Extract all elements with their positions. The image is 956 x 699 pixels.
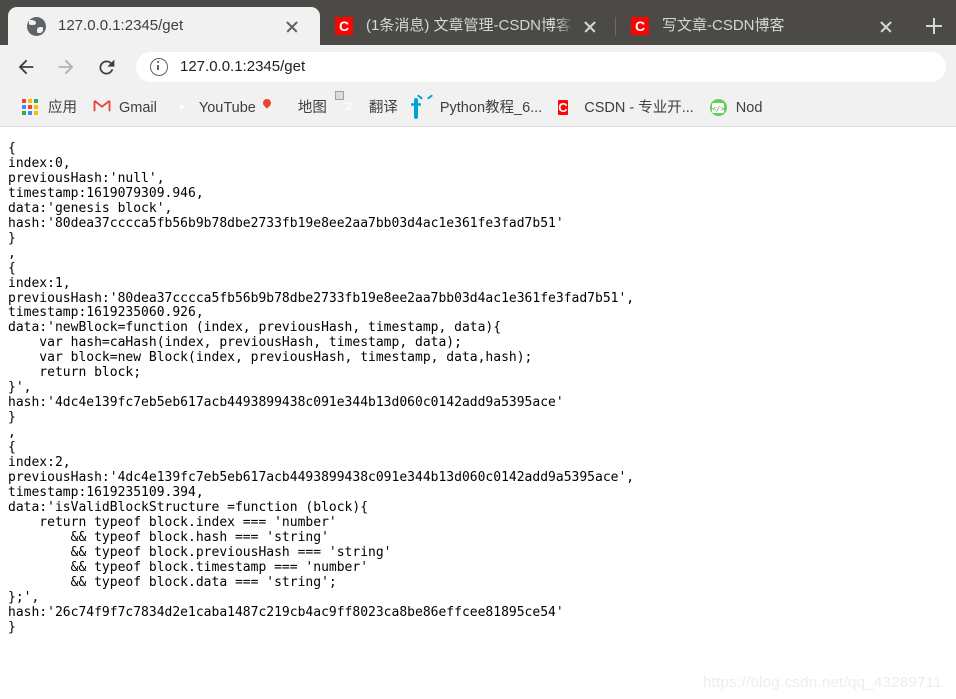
bookmark-label: Nod [735, 99, 763, 116]
csdn-icon: C [558, 100, 568, 115]
reload-icon [98, 59, 114, 74]
browser-toolbar: 127.0.0.1:2345/get [0, 45, 956, 89]
back-button[interactable] [10, 51, 42, 83]
arrow-right-icon [58, 59, 74, 75]
gmail-icon [93, 99, 111, 116]
bookmark-label: YouTube [198, 99, 256, 116]
bookmark-apps[interactable]: 应用 [14, 95, 85, 121]
youtube-icon [173, 101, 190, 115]
csdn-icon: C [334, 16, 354, 36]
bookmark-label: 应用 [48, 99, 77, 116]
close-icon[interactable] [874, 14, 898, 38]
bookmark-label: 翻译 [368, 99, 398, 116]
bookmark-label: CSDN - 专业开... [584, 99, 694, 116]
nodejs-icon: </> [709, 99, 727, 116]
bookmark-python-tutorial[interactable]: Python教程_6... [406, 95, 550, 121]
bookmark-label: Python教程_6... [439, 99, 543, 116]
bookmark-gmail[interactable]: Gmail [85, 95, 165, 121]
info-circle-icon[interactable] [150, 58, 168, 76]
tab-localhost-get[interactable]: 127.0.0.1:2345/get [8, 7, 320, 45]
bookmark-youtube[interactable]: YouTube [165, 95, 264, 121]
bookmark-translate[interactable]: 翻译 [335, 95, 406, 121]
google-maps-icon [272, 99, 289, 116]
tab-csdn-article-manage[interactable]: C (1条消息) 文章管理-CSDN博客 [320, 7, 616, 45]
address-bar[interactable]: 127.0.0.1:2345/get [136, 52, 946, 82]
tab-strip: 127.0.0.1:2345/get C (1条消息) 文章管理-CSDN博客 … [0, 0, 956, 45]
tab-csdn-write-article[interactable]: C 写文章-CSDN博客 [616, 7, 912, 45]
apps-grid-icon [22, 99, 39, 116]
blockchain-json-dump: { index:0, previousHash:'null', timestam… [8, 141, 635, 635]
bookmark-label: Gmail [119, 99, 157, 116]
arrow-left-icon [18, 59, 34, 75]
watermark: https://blog.csdn.net/qq_43289711 [703, 674, 942, 691]
tab-title: 127.0.0.1:2345/get [58, 17, 184, 34]
bookmarks-bar: 应用 Gmail YouTube 地图 翻译 Python教程_6... C C… [0, 89, 956, 127]
globe-icon [26, 16, 46, 36]
csdn-icon: C [630, 16, 650, 36]
bookmark-csdn[interactable]: C CSDN - 专业开... [550, 95, 702, 121]
close-icon[interactable] [280, 14, 304, 38]
close-icon[interactable] [578, 14, 602, 38]
tab-title: (1条消息) 文章管理-CSDN博客 [366, 17, 571, 34]
tab-title: 写文章-CSDN博客 [662, 17, 785, 34]
browser-window: 127.0.0.1:2345/get C (1条消息) 文章管理-CSDN博客 … [0, 0, 956, 699]
bookmark-nodejs[interactable]: </> Nod [702, 95, 771, 121]
google-translate-icon [343, 99, 360, 116]
bookmark-maps[interactable]: 地图 [264, 95, 335, 121]
page-content: { index:0, previousHash:'null', timestam… [0, 128, 956, 699]
forward-button[interactable] [50, 51, 82, 83]
reload-button[interactable] [90, 51, 122, 83]
bilibili-icon [413, 98, 431, 119]
new-tab-button[interactable] [918, 10, 950, 42]
url-text: 127.0.0.1:2345/get [180, 58, 306, 75]
bookmark-label: 地图 [297, 99, 327, 116]
